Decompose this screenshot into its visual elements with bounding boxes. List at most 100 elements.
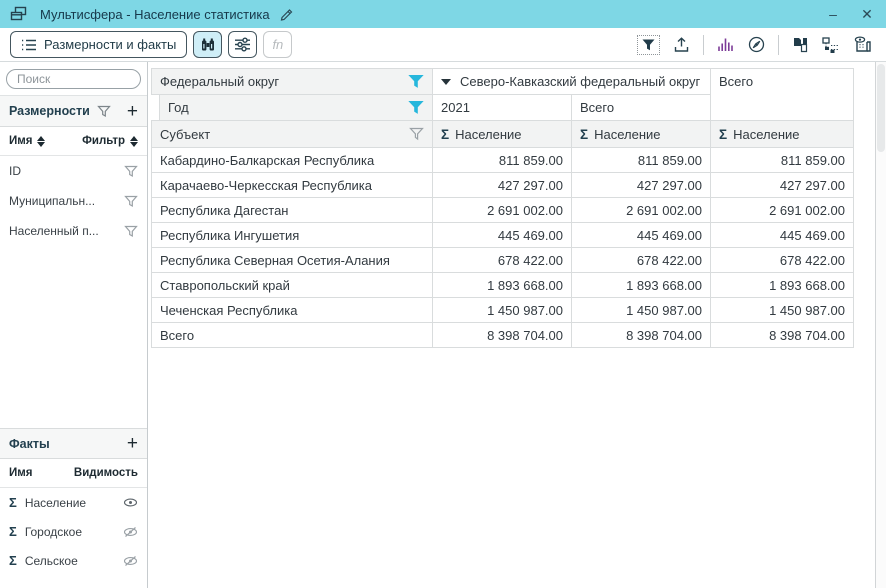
dimension-item[interactable]: Муниципальн... (0, 186, 147, 216)
minimize-button[interactable]: – (824, 0, 842, 28)
dimensions-col-filter[interactable]: Фильтр (82, 135, 125, 147)
row-dimension-federal-district[interactable]: Федеральный округ (151, 68, 433, 95)
value-cell[interactable]: 445 469.00 (711, 223, 854, 248)
value-cell[interactable]: 2 691 002.00 (572, 198, 711, 223)
window-title: Мультисфера - Население статистика (40, 7, 270, 22)
facts-col-name[interactable]: Имя (9, 467, 32, 479)
row-label[interactable]: Карачаево-Черкесская Республика (151, 173, 433, 198)
row-filter-icon[interactable] (124, 225, 138, 238)
fact-item[interactable]: Σ Население (0, 488, 147, 517)
filter-button[interactable] (637, 35, 660, 55)
row-label[interactable]: Чеченская Республика (151, 298, 433, 323)
value-cell[interactable]: 427 297.00 (433, 173, 572, 198)
search-input[interactable] (6, 69, 141, 89)
copy-documents-icon[interactable] (792, 37, 809, 53)
row-filter-icon[interactable] (124, 195, 138, 208)
row-label-total[interactable]: Всего (151, 323, 433, 348)
value-cell[interactable]: 427 297.00 (572, 173, 711, 198)
visibility-eye-off-icon[interactable] (123, 555, 138, 567)
value-cell[interactable]: 811 859.00 (711, 148, 854, 173)
gauge-icon[interactable] (748, 36, 765, 53)
sliders-button[interactable] (228, 31, 257, 58)
visibility-eye-off-icon[interactable] (123, 526, 138, 538)
sigma-icon: Σ (719, 127, 727, 142)
row-filter-icon[interactable] (124, 165, 138, 178)
year-total-header[interactable]: Всего (572, 95, 711, 121)
pivot-table: Федеральный округ Северо-Кавказский феде… (151, 68, 854, 348)
value-cell[interactable]: 1 893 668.00 (572, 273, 711, 298)
facts-columns-header: Имя Видимость (0, 459, 147, 488)
value-cell[interactable]: 2 691 002.00 (433, 198, 572, 223)
vertical-scrollbar[interactable] (875, 62, 886, 588)
subject-filter-icon[interactable] (409, 127, 424, 141)
value-cell[interactable]: 678 422.00 (433, 248, 572, 273)
cascade-windows-icon (10, 6, 28, 22)
value-cell[interactable]: 445 469.00 (433, 223, 572, 248)
value-cell[interactable]: 1 450 987.00 (433, 298, 572, 323)
row-label[interactable]: Республика Ингушетия (151, 223, 433, 248)
row-label[interactable]: Республика Северная Осетия-Алания (151, 248, 433, 273)
value-cell[interactable]: 2 691 002.00 (711, 198, 854, 223)
dimension-item[interactable]: Населенный п... (0, 216, 147, 246)
add-fact-button[interactable]: + (127, 434, 138, 453)
value-cell[interactable]: 8 398 704.00 (711, 323, 854, 348)
facts-title: Факты (9, 437, 50, 451)
binoculars-button[interactable] (193, 31, 222, 58)
dimensions-col-name[interactable]: Имя (9, 135, 32, 147)
collapse-triangle-icon[interactable] (441, 79, 451, 85)
fact-item[interactable]: Σ Городское (0, 517, 147, 546)
value-cell[interactable]: 811 859.00 (433, 148, 572, 173)
row-label[interactable]: Республика Дагестан (151, 198, 433, 223)
value-cell[interactable]: 1 450 987.00 (572, 298, 711, 323)
measure-header[interactable]: Σ Население (433, 121, 572, 148)
export-icon[interactable] (673, 37, 690, 53)
value-cell[interactable]: 678 422.00 (711, 248, 854, 273)
row-dimension-year-wrapper: Год (151, 95, 433, 121)
row-header-subject[interactable]: Субъект (151, 121, 433, 148)
rename-pencil-icon[interactable] (279, 7, 294, 21)
preview-eye-icon[interactable] (853, 36, 872, 53)
title-bar: Мультисфера - Население статистика – ✕ (0, 0, 886, 28)
fact-item[interactable]: Σ Сельское (0, 546, 147, 575)
value-cell[interactable]: 811 859.00 (572, 148, 711, 173)
row-label[interactable]: Ставропольский край (151, 273, 433, 298)
pivot-area: Федеральный округ Северо-Кавказский феде… (148, 62, 886, 588)
sort-name-icon[interactable] (37, 136, 45, 147)
add-dimension-button[interactable]: + (127, 102, 138, 121)
row-dimension-year[interactable]: Год (159, 95, 432, 120)
measure-header[interactable]: Σ Население (572, 121, 711, 148)
facts-section-header: Факты + (0, 428, 147, 459)
value-cell[interactable]: 8 398 704.00 (433, 323, 572, 348)
scrollbar-thumb[interactable] (877, 64, 885, 152)
dimensions-filter-icon[interactable] (97, 105, 111, 118)
row-label[interactable]: Кабардино-Балкарская Республика (151, 148, 433, 173)
year-header[interactable]: 2021 (433, 95, 572, 121)
dimensions-facts-button[interactable]: Размерности и факты (10, 31, 187, 58)
measure-header[interactable]: Σ Население (711, 121, 854, 148)
active-filter-icon[interactable] (408, 100, 424, 115)
facts-col-visibility[interactable]: Видимость (74, 467, 138, 479)
histogram-icon[interactable] (717, 37, 735, 53)
dimensions-columns-header: Имя Фильтр (0, 127, 147, 156)
close-button[interactable]: ✕ (858, 0, 876, 28)
value-cell[interactable]: 1 893 668.00 (433, 273, 572, 298)
column-total-header[interactable]: Всего (711, 68, 854, 121)
toolbar: Размерности и факты fn (0, 28, 886, 62)
dimensions-section-header: Размерности + (0, 96, 147, 127)
toolbar-separator (778, 35, 779, 55)
value-cell[interactable]: 445 469.00 (572, 223, 711, 248)
tree-structure-icon[interactable] (822, 37, 840, 53)
value-cell[interactable]: 1 893 668.00 (711, 273, 854, 298)
value-cell[interactable]: 427 297.00 (711, 173, 854, 198)
sort-filter-icon[interactable] (130, 136, 138, 147)
dimension-item[interactable]: ID (0, 156, 147, 186)
sigma-icon: Σ (9, 524, 17, 539)
active-filter-icon[interactable] (408, 74, 424, 89)
value-cell[interactable]: 1 450 987.00 (711, 298, 854, 323)
column-group-header[interactable]: Северо-Кавказский федеральный округ (433, 68, 711, 95)
sidebar: Размерности + Имя Фильтр ID (0, 62, 148, 588)
value-cell[interactable]: 8 398 704.00 (572, 323, 711, 348)
value-cell[interactable]: 678 422.00 (572, 248, 711, 273)
visibility-eye-icon[interactable] (123, 497, 138, 508)
dimensions-title: Размерности (9, 104, 90, 118)
